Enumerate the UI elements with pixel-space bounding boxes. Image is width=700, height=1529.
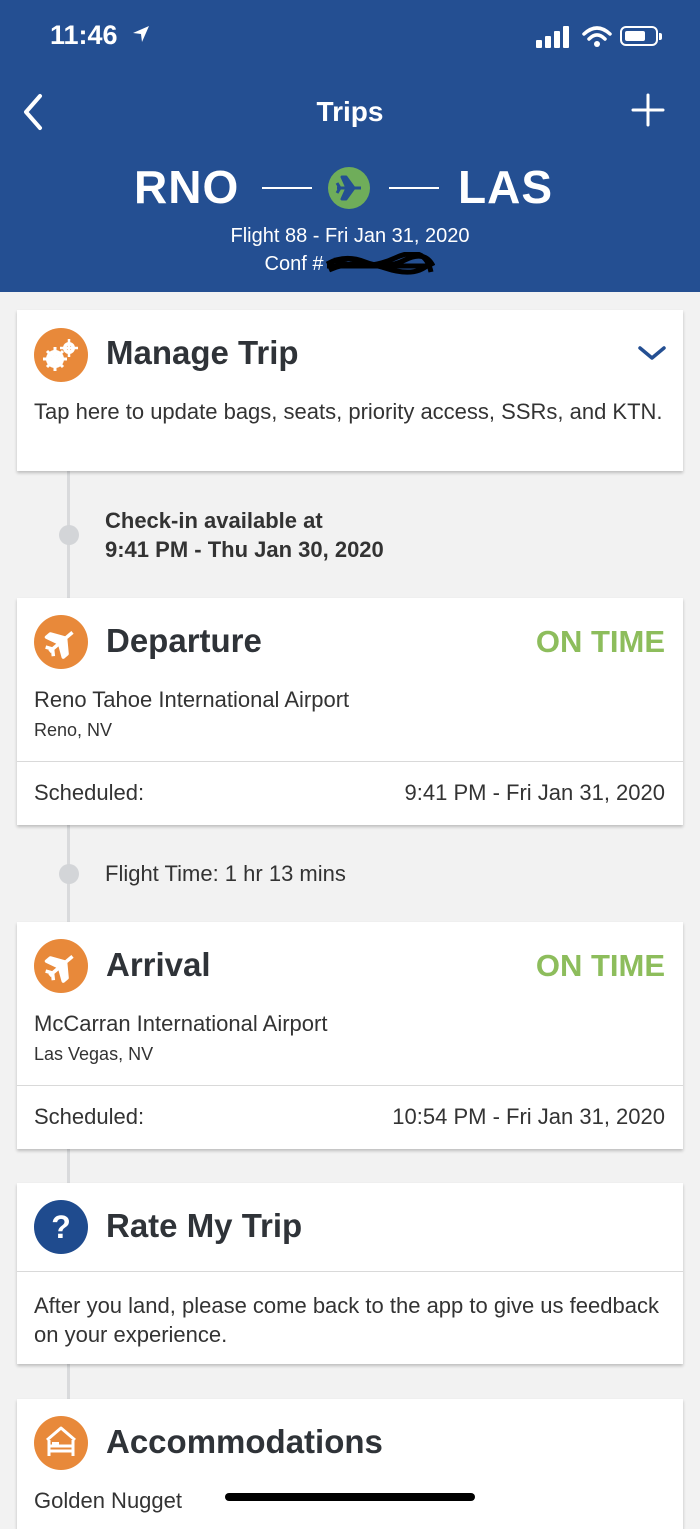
timeline-dot <box>59 864 79 884</box>
airplane-icon <box>34 939 88 993</box>
departure-status-badge: ON TIME <box>535 624 665 659</box>
departure-title: Departure <box>106 622 262 659</box>
app-header: 11:46 Trips RNO LAS Flight 88 - Fri Jan … <box>0 0 700 292</box>
hotel-name: Golden Nugget <box>34 1488 182 1513</box>
signal-icon <box>536 26 570 48</box>
divider <box>17 761 683 762</box>
departure-card: Departure ON TIME Reno Tahoe Internation… <box>17 598 683 825</box>
confirmation-label: Conf # <box>264 253 324 275</box>
checkin-label: Check-in available at <box>105 508 323 533</box>
manage-trip-description: Tap here to update bags, seats, priority… <box>34 399 663 424</box>
battery-icon <box>620 26 662 46</box>
arrival-title: Arrival <box>106 946 211 983</box>
divider <box>17 1271 683 1272</box>
status-icons <box>536 26 664 50</box>
hotel-icon <box>34 1416 88 1470</box>
route-summary: RNO LAS <box>0 160 700 216</box>
arrival-scheduled-time: 10:54 PM - Fri Jan 31, 2020 <box>392 1104 665 1129</box>
departure-city: Reno, NV <box>34 720 113 740</box>
arrival-airport: McCarran International Airport <box>34 1011 328 1036</box>
arrival-card: Arrival ON TIME McCarran International A… <box>17 922 683 1149</box>
departure-scheduled-time: 9:41 PM - Fri Jan 31, 2020 <box>404 780 665 805</box>
flight-info: Flight 88 - Fri Jan 31, 2020 Conf # <box>0 222 700 278</box>
flight-number-date: Flight 88 - Fri Jan 31, 2020 <box>230 225 470 247</box>
airplane-icon <box>328 167 370 209</box>
chevron-down-icon[interactable] <box>637 344 667 362</box>
timeline-dot <box>59 525 79 545</box>
wifi-icon <box>582 26 612 48</box>
help-icon: ? <box>34 1200 88 1254</box>
route-line-left <box>262 187 312 189</box>
clock-text: 11:46 <box>50 20 118 50</box>
gears-icon <box>34 328 88 382</box>
departure-scheduled-label: Scheduled: <box>34 780 145 805</box>
arrival-status-badge: ON TIME <box>535 948 665 983</box>
page-title: Trips <box>316 96 384 127</box>
arrival-city: Las Vegas, NV <box>34 1044 154 1064</box>
flight-duration: Flight Time: 1 hr 13 mins <box>105 861 346 886</box>
airplane-icon <box>34 615 88 669</box>
rate-trip-description: After you land, please come back to the … <box>34 1293 659 1347</box>
redacted-confirmation <box>325 250 436 278</box>
location-arrow-icon <box>131 24 151 50</box>
confirmation-line: Conf # <box>0 250 700 278</box>
checkin-info: Check-in available at 9:41 PM - Thu Jan … <box>105 506 384 564</box>
rate-trip-card[interactable]: ? Rate My Trip After you land, please co… <box>17 1183 683 1364</box>
manage-trip-title: Manage Trip <box>106 334 299 371</box>
redacted-address <box>225 1493 475 1501</box>
departure-airport: Reno Tahoe International Airport <box>34 687 350 712</box>
arrival-scheduled-label: Scheduled: <box>34 1104 145 1129</box>
origin-code: RNO <box>134 161 240 213</box>
status-bar-time: 11:46 <box>50 20 151 51</box>
route-line-right <box>389 187 439 189</box>
destination-code: LAS <box>458 161 553 213</box>
accommodations-card[interactable]: Accommodations Golden Nugget <box>17 1399 683 1529</box>
divider <box>17 1085 683 1086</box>
rate-trip-title: Rate My Trip <box>106 1207 303 1244</box>
svg-text:?: ? <box>51 1209 71 1245</box>
checkin-time: 9:41 PM - Thu Jan 30, 2020 <box>105 537 384 562</box>
accommodations-title: Accommodations <box>106 1423 383 1460</box>
add-trip-button[interactable] <box>630 92 666 128</box>
manage-trip-card[interactable]: Manage Trip Tap here to update bags, sea… <box>17 310 683 471</box>
